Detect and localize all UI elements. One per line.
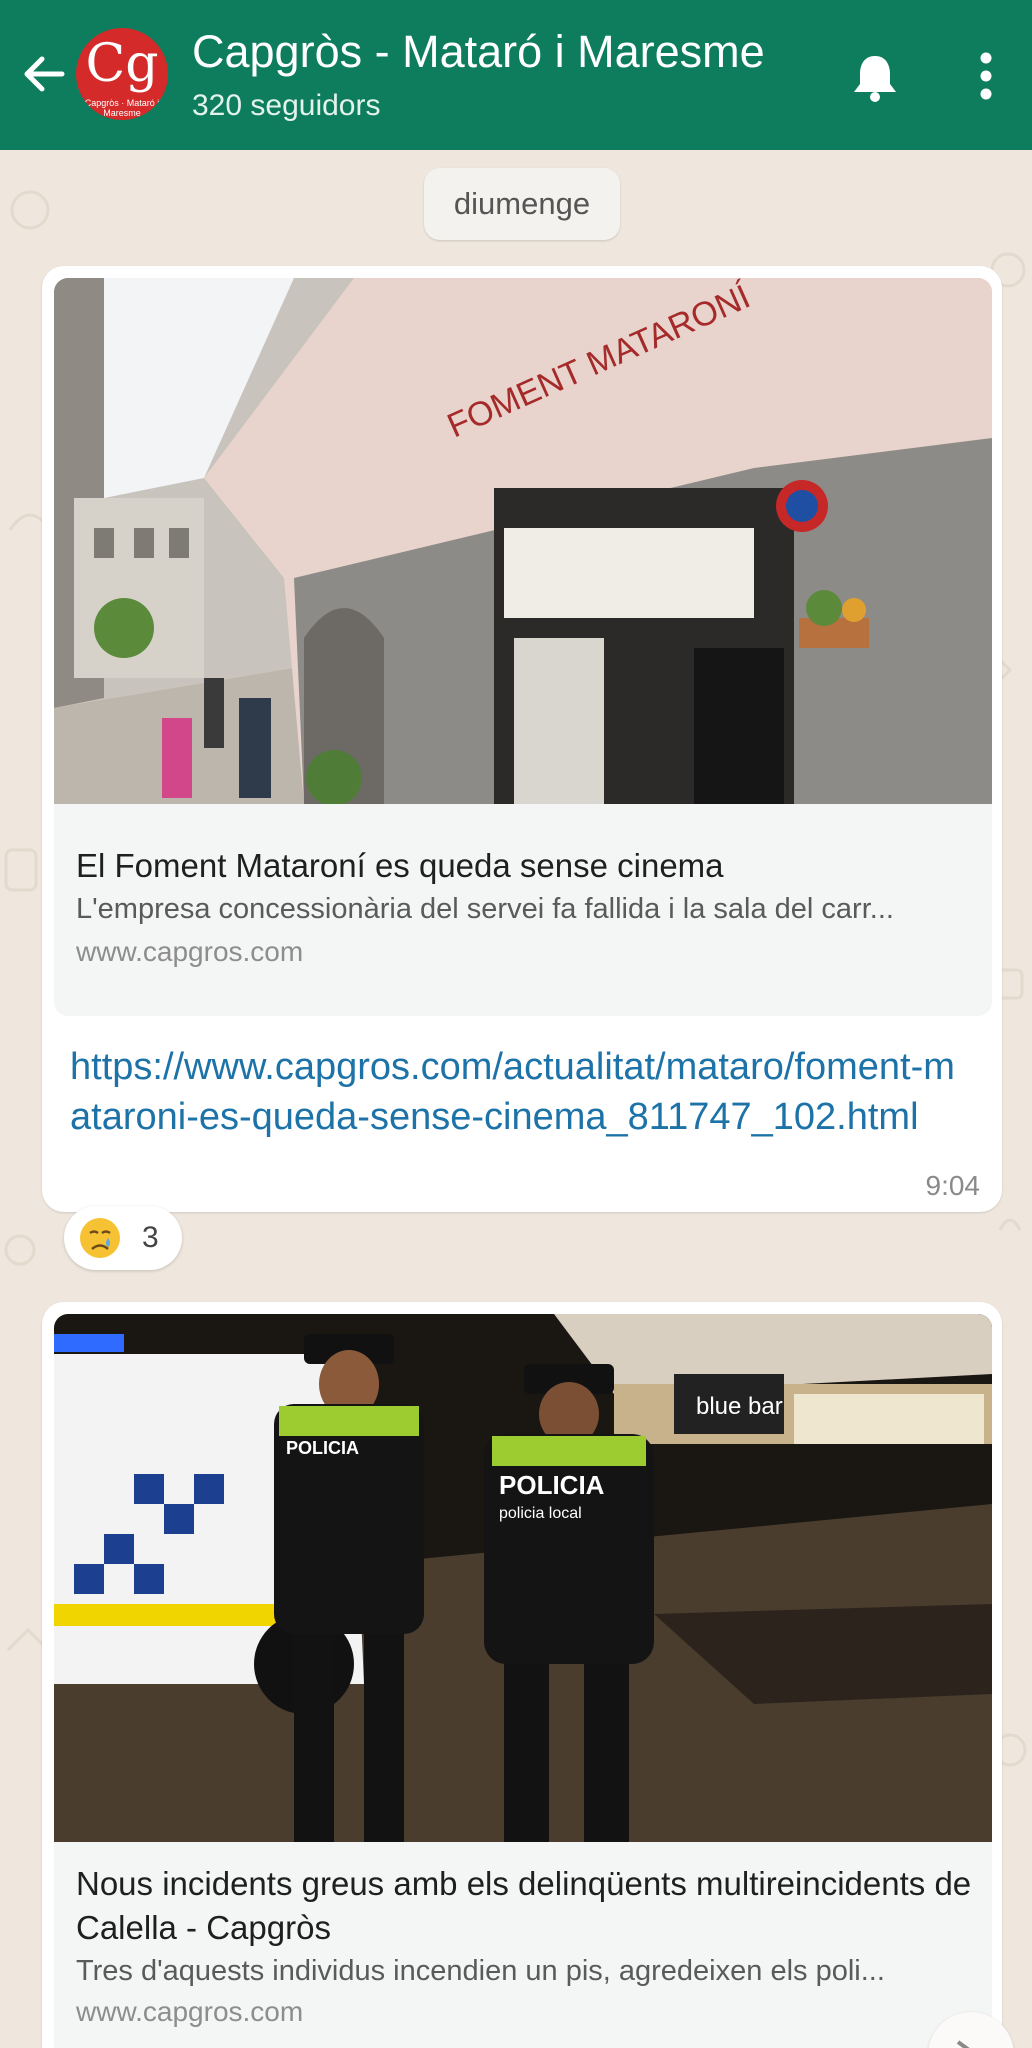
date-separator: diumenge	[424, 168, 620, 240]
follower-count: 320 seguidors	[192, 89, 381, 122]
forward-button[interactable]	[928, 2012, 1014, 2048]
preview-title: Nous incidents greus amb els delinqüents…	[76, 1865, 972, 1946]
vest-label: POLICIA	[499, 1470, 605, 1500]
avatar-logo: Cg	[85, 34, 159, 94]
bell-icon[interactable]	[848, 48, 902, 104]
reaction-pill[interactable]: 3	[64, 1206, 182, 1270]
preview-title: El Foment Mataroní es queda sense cinema	[76, 847, 724, 884]
channel-avatar[interactable]: Cg Capgròs · Mataró i Maresme	[76, 28, 168, 120]
link-preview-image[interactable]: FOMENT MATARONÍ	[54, 278, 992, 804]
preview-description: L'empresa concessionària del servei fa f…	[76, 893, 894, 925]
message-time: 9:04	[925, 1170, 981, 1201]
vest-label: POLICIA	[286, 1438, 359, 1458]
link-preview[interactable]: El Foment Mataroní es queda sense cinema…	[54, 804, 992, 1016]
message-bubble[interactable]: blue bar POLICIA POLICIA policia local N…	[42, 1302, 1002, 2048]
message-bubble[interactable]: FOMENT MATARONÍ El Foment Mataroní es qu…	[42, 266, 1002, 1212]
preview-site: www.capgros.com	[76, 936, 304, 967]
message-link[interactable]: https://www.capgros.com/actualitat/matar…	[70, 1042, 970, 1142]
chat-header: Cg Capgròs · Mataró i Maresme Capgròs - …	[0, 0, 1032, 150]
link-preview[interactable]: Nous incidents greus amb els delinqüents…	[54, 1842, 992, 2048]
link-preview-image[interactable]: blue bar POLICIA POLICIA policia local	[54, 1314, 992, 1842]
preview-description: Tres d'aquests individus incendien un pi…	[76, 1955, 885, 1987]
preview-site: www.capgros.com	[76, 1996, 304, 2027]
arrow-left-icon[interactable]	[16, 46, 72, 102]
forward-icon	[956, 2040, 970, 2048]
more-vert-icon[interactable]	[960, 48, 1012, 104]
avatar-caption: Capgròs · Mataró i Maresme	[84, 98, 160, 118]
reaction-count: 3	[142, 1221, 159, 1254]
bar-sign: blue bar	[696, 1393, 783, 1420]
vest-sublabel: policia local	[499, 1505, 582, 1522]
crying-face-icon	[80, 1218, 120, 1258]
channel-title[interactable]: Capgròs - Mataró i Maresme	[192, 24, 765, 80]
